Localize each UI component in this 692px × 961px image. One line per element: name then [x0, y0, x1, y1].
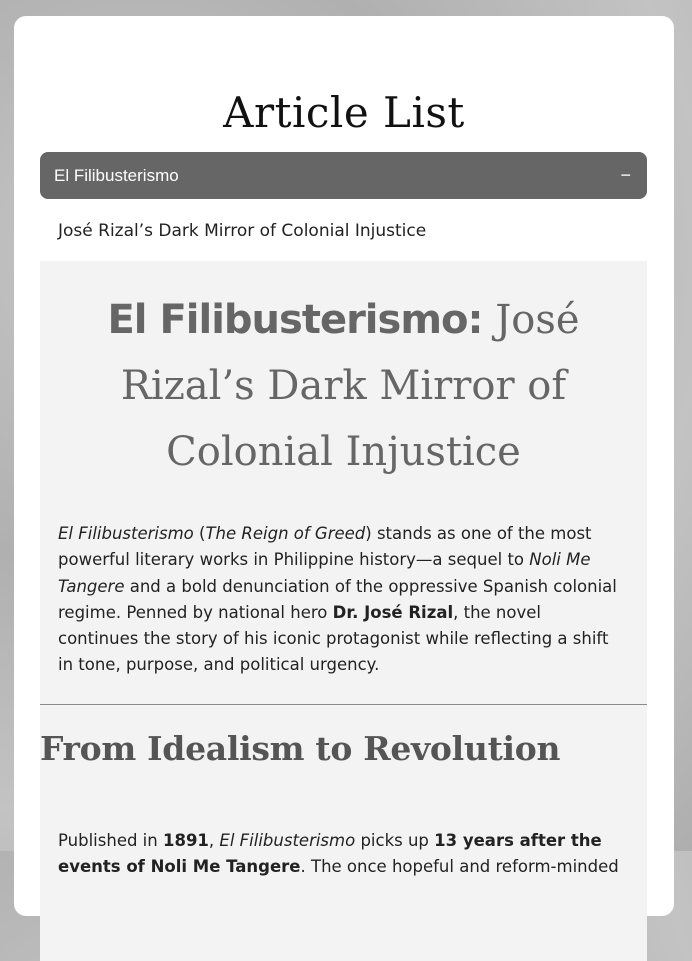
para-title-italic: El Filibusterismo	[219, 831, 356, 850]
intro-author-bold: Dr. José Rizal	[332, 602, 454, 622]
intro-alt-title-italic: The Reign of Greed	[205, 524, 366, 543]
para-text: . The once hopeful and reform-minded	[300, 857, 619, 876]
collapse-icon[interactable]: −	[620, 165, 633, 186]
section-heading: From Idealism to Revolution	[40, 729, 561, 768]
accordion-header-label: El Filibusterismo	[54, 165, 179, 185]
article-list-card: Article List El Filibusterismo − José Ri…	[14, 16, 674, 961]
intro-text: (	[193, 524, 206, 543]
para-text: picks up	[355, 831, 435, 850]
article-panel: El Filibusterismo: José Rizal’s Dark Mir…	[40, 261, 647, 961]
para-year-bold: 1891	[162, 831, 209, 850]
para-text: ,	[208, 831, 220, 850]
intro-paragraph: El Filibusterismo (The Reign of Greed) s…	[58, 521, 623, 679]
accordion-header-el-filibusterismo[interactable]: El Filibusterismo −	[40, 152, 647, 199]
article-heading-bold: El Filibusterismo:	[107, 297, 483, 343]
section-divider	[40, 704, 647, 705]
accordion-subtitle: José Rizal’s Dark Mirror of Colonial Inj…	[58, 221, 427, 241]
intro-title-italic: El Filibusterismo	[58, 524, 194, 543]
page-title: Article List	[223, 88, 465, 137]
article-heading: El Filibusterismo: José Rizal’s Dark Mir…	[40, 287, 647, 485]
para-text: Published in	[58, 831, 163, 850]
section-paragraph: Published in 1891, El Filibusterismo pic…	[58, 828, 633, 880]
